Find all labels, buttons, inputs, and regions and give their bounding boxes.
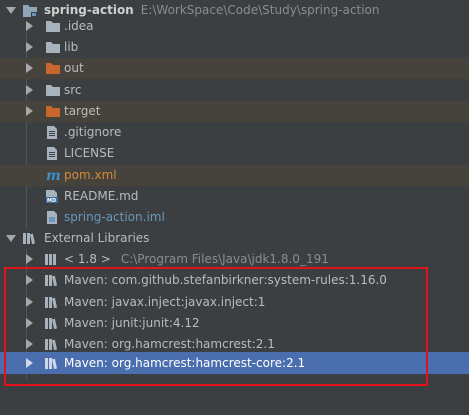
library-label: Maven: org.hamcrest:hamcrest:2.1 <box>64 337 275 351</box>
tree-row-out[interactable]: out <box>0 58 469 79</box>
library-icon <box>45 339 57 351</box>
tree-row-readme[interactable]: MD README.md <box>0 186 469 207</box>
tree-row-maven-library[interactable]: Maven: junit:junit:4.12 <box>0 313 469 334</box>
chevron-right-icon[interactable] <box>26 106 33 116</box>
tree-item-label: .idea <box>64 19 94 33</box>
chevron-down-icon[interactable] <box>6 7 16 14</box>
project-path: E:\WorkSpace\Code\Study\spring-action <box>140 3 380 17</box>
svg-text:m: m <box>46 168 61 182</box>
library-label: Maven: org.hamcrest:hamcrest-core:2.1 <box>64 356 306 370</box>
library-icon <box>45 318 57 330</box>
chevron-right-icon[interactable] <box>26 339 33 349</box>
tree-item-label: pom.xml <box>64 168 117 182</box>
chevron-right-icon[interactable] <box>26 85 33 95</box>
folder-icon <box>46 85 60 96</box>
chevron-right-icon[interactable] <box>26 254 33 264</box>
markdown-file-icon: MD <box>46 190 58 204</box>
maven-file-icon: m <box>46 168 61 182</box>
tree-row-idea[interactable]: .idea <box>0 16 469 37</box>
tree-row-external-libraries[interactable]: External Libraries <box>0 228 469 249</box>
excluded-folder-icon <box>46 106 60 117</box>
tree-item-label: lib <box>64 40 79 54</box>
sdk-version: < 1.8 > <box>64 252 111 266</box>
library-label: Maven: com.github.stefanbirkner:system-r… <box>64 273 387 287</box>
module-file-icon <box>47 211 57 224</box>
tree-row-gitignore[interactable]: .gitignore <box>0 122 469 143</box>
library-icon <box>45 358 57 370</box>
tree-item-label: out <box>64 61 84 75</box>
svg-text:MD: MD <box>47 198 56 204</box>
folder-icon <box>46 21 60 32</box>
tree-item-label: src <box>64 83 82 97</box>
excluded-folder-icon <box>46 63 60 74</box>
tree-item-label: External Libraries <box>44 231 150 245</box>
project-name: spring-action <box>44 3 134 17</box>
tree-item-label: target <box>64 104 101 118</box>
chevron-right-icon[interactable] <box>26 275 33 285</box>
tree-row-jdk[interactable]: < 1.8 > C:\Program Files\Java\jdk1.8.0_19… <box>0 249 469 270</box>
library-icon <box>23 233 35 245</box>
chevron-right-icon[interactable] <box>26 42 33 52</box>
chevron-down-icon[interactable] <box>6 235 16 242</box>
tree-row-src[interactable]: src <box>0 80 469 101</box>
text-file-icon <box>47 126 57 139</box>
tree-item-label: .gitignore <box>64 125 122 139</box>
tree-row-target[interactable]: target <box>0 101 469 122</box>
project-tree: spring-action E:\WorkSpace\Code\Study\spr… <box>0 0 469 415</box>
tree-row-maven-library[interactable]: Maven: javax.inject:javax.inject:1 <box>0 292 469 313</box>
tree-item-label: README.md <box>64 189 139 203</box>
chevron-right-icon[interactable] <box>26 63 33 73</box>
chevron-right-icon[interactable] <box>26 297 33 307</box>
jdk-icon <box>45 254 56 265</box>
library-label: Maven: javax.inject:javax.inject:1 <box>64 295 266 309</box>
folder-icon <box>46 42 60 53</box>
chevron-right-icon[interactable] <box>26 21 33 31</box>
library-label: Maven: junit:junit:4.12 <box>64 316 200 330</box>
tree-row-pom[interactable]: m pom.xml <box>0 165 469 186</box>
chevron-right-icon[interactable] <box>26 358 33 368</box>
library-icon <box>45 297 57 309</box>
tree-row-iml[interactable]: spring-action.iml <box>0 207 469 228</box>
tree-row-lib[interactable]: lib <box>0 37 469 58</box>
tree-row-maven-library-selected[interactable]: Maven: org.hamcrest:hamcrest-core:2.1 <box>0 352 469 374</box>
tree-row-license[interactable]: LICENSE <box>0 143 469 164</box>
tree-row-maven-library[interactable]: Maven: com.github.stefanbirkner:system-r… <box>0 270 469 291</box>
chevron-right-icon[interactable] <box>26 318 33 328</box>
sdk-path: C:\Program Files\Java\jdk1.8.0_191 <box>120 252 329 266</box>
tree-item-label: LICENSE <box>64 146 115 160</box>
text-file-icon <box>47 147 57 160</box>
tree-item-label: spring-action.iml <box>64 210 165 224</box>
library-icon <box>45 275 57 287</box>
